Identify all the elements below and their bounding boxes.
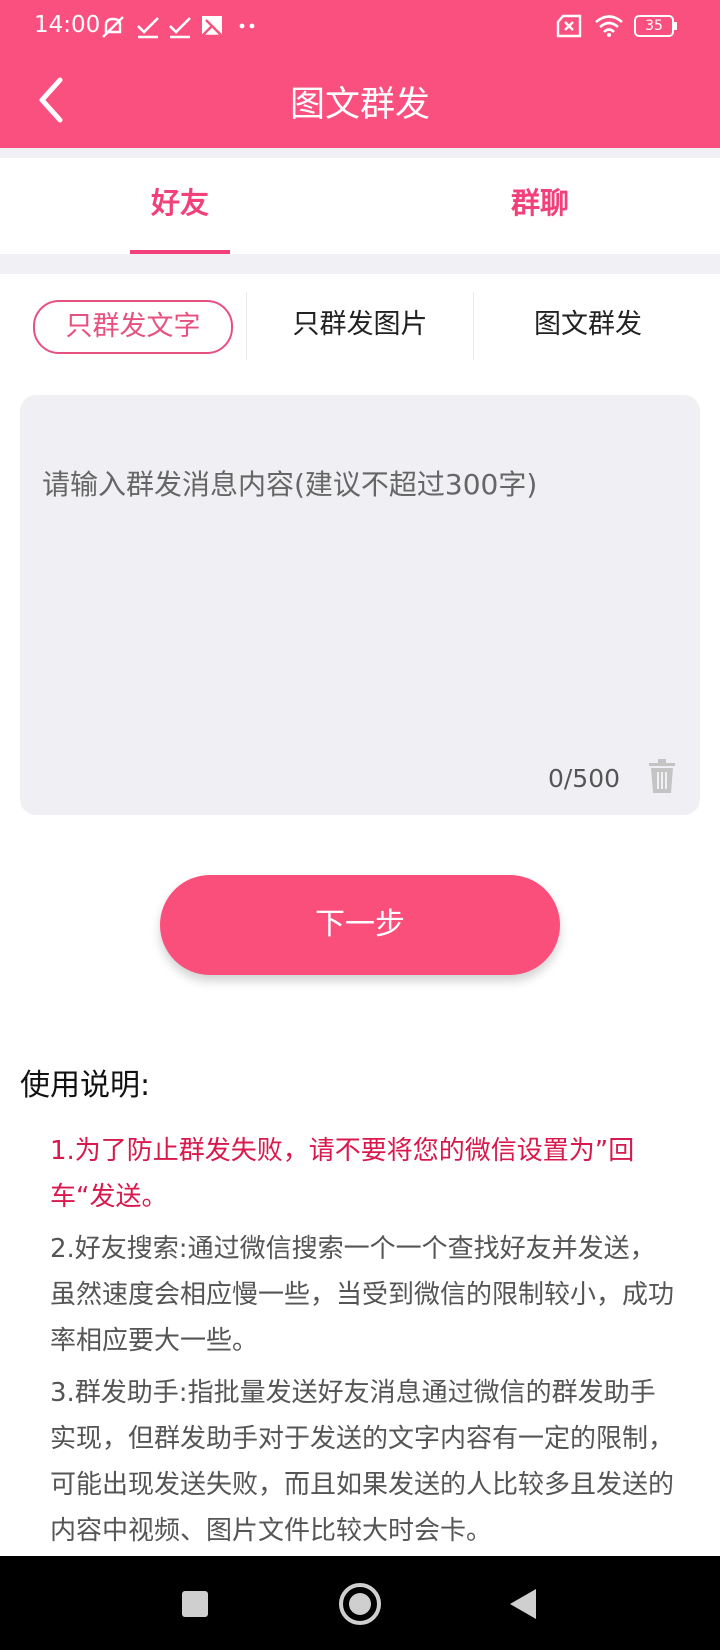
nav-recents-icon[interactable] — [181, 1590, 209, 1618]
wifi-icon — [595, 15, 623, 37]
status-time: 14:00 — [34, 12, 101, 38]
page-title: 图文群发 — [289, 85, 430, 125]
mute-icon — [102, 16, 124, 38]
image-notification-icon — [200, 16, 224, 38]
usage-item: 1.为了防止群发失败，请不要将您的微信设置为”回车“发送。 — [50, 1136, 635, 1212]
message-input[interactable] — [40, 461, 684, 715]
status-bar: 14:00 35 — [0, 0, 720, 54]
char-counter: 0/500 — [547, 764, 620, 793]
divider — [246, 292, 247, 360]
usage-item: 2.好友搜索:通过微信搜索一个一个查找好友并发送，虽然速度会相应慢一些，当受到微… — [50, 1234, 675, 1356]
check-icon — [137, 17, 159, 39]
next-step-button[interactable]: 下一步 — [160, 875, 560, 975]
mode-text-only[interactable]: 只群发文字 — [33, 300, 233, 354]
message-box: 0/500 — [20, 395, 700, 815]
tab-friends[interactable]: 好友 — [0, 158, 360, 254]
battery-level: 35 — [634, 15, 674, 37]
nav-back-icon[interactable] — [508, 1587, 538, 1621]
usage-instructions: 1.为了防止群发失败，请不要将您的微信设置为”回车“发送。 2.好友搜索:通过微… — [50, 1128, 680, 1560]
mode-selector: 只群发文字 只群发图片 图文群发 — [0, 274, 720, 374]
check-icon — [169, 17, 191, 39]
trash-icon[interactable] — [648, 759, 676, 793]
separator — [0, 148, 720, 158]
tab-bar: 好友 群聊 — [0, 158, 720, 254]
nav-home-icon[interactable] — [338, 1582, 382, 1626]
more-dots-icon — [239, 23, 255, 29]
top-bar: 14:00 35 图文群发 — [0, 0, 720, 148]
battery-icon: 35 — [634, 15, 677, 37]
separator — [0, 254, 720, 274]
mode-image-only[interactable]: 只群发图片 — [260, 300, 460, 350]
usage-title: 使用说明: — [20, 1068, 151, 1103]
system-nav-bar — [0, 1556, 720, 1650]
divider — [473, 292, 474, 360]
mode-image-text[interactable]: 图文群发 — [488, 300, 688, 350]
tab-group-chats[interactable]: 群聊 — [360, 158, 720, 254]
usage-item: 3.群发助手:指批量发送好友消息通过微信的群发助手实现，但群发助手对于发送的文字… — [50, 1378, 675, 1546]
no-sim-icon — [556, 14, 582, 38]
